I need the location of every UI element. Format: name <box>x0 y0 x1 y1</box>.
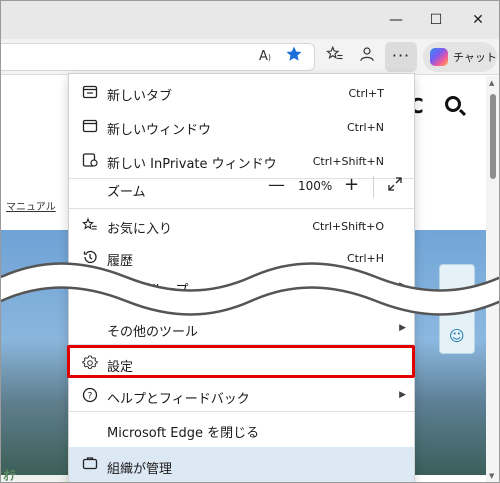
maximize-button[interactable]: ☐ <box>421 7 451 33</box>
menu-item-close-edge[interactable]: Microsoft Edge を閉じる <box>69 413 414 447</box>
read-aloud-glyph: A <box>258 49 268 64</box>
new-tab-icon <box>81 84 99 102</box>
favorites-bar-icon[interactable] <box>323 45 347 69</box>
menu-item-label: 組織が管理 <box>107 462 173 477</box>
menu-item-help-and-feedback[interactable]: ? ヘルプとフィードバック ▶ <box>69 379 414 413</box>
manual-link[interactable]: マニュアル <box>6 198 56 213</box>
menu-item-shortcut: Ctrl+Shift+O <box>312 220 384 233</box>
close-button[interactable]: ✕ <box>463 7 493 33</box>
menu-item-shortcut: Ctrl+T <box>348 87 384 100</box>
copilot-chat-button[interactable]: チャット <box>423 42 497 72</box>
zoom-in-button[interactable]: + <box>344 174 359 195</box>
scroll-down-icon[interactable]: ▼ <box>489 472 494 480</box>
menu-item-label: Microsoft Edge を閉じる <box>107 426 260 441</box>
favorites-icon <box>81 217 99 235</box>
inprivate-icon <box>81 152 99 170</box>
title-bar: — ☐ ✕ <box>1 1 499 39</box>
help-icon: ? <box>81 387 99 405</box>
menu-item-zoom: ズーム — 100% + <box>69 170 414 206</box>
new-window-icon <box>81 118 99 136</box>
settings-and-more-button[interactable]: ··· <box>385 42 417 72</box>
page-bottom-text: ｵﾃ <box>3 469 16 483</box>
zoom-divider <box>373 176 374 198</box>
menu-item-label: ヘルプとフィードバック <box>107 392 250 407</box>
favorites-list-icon <box>326 45 343 60</box>
copilot-icon <box>430 48 448 66</box>
menu-item-shortcut: Ctrl+Shift+N <box>312 155 384 168</box>
browser-window: — ☐ ✕ A) ··· チャット C マニュアル フィ ☺ <box>0 0 500 483</box>
favorite-star-icon[interactable] <box>282 45 306 69</box>
menu-item-label: お気に入り <box>107 222 173 237</box>
menu-item-favorites[interactable]: お気に入り Ctrl+Shift+O <box>69 209 414 243</box>
menu-item-shortcut: Ctrl+N <box>346 121 384 134</box>
scroll-thumb[interactable] <box>490 94 496 179</box>
briefcase-icon <box>81 455 99 473</box>
smiley-icon: ☺ <box>449 327 465 345</box>
person-icon <box>360 47 374 61</box>
zoom-label: ズーム <box>107 185 146 200</box>
submenu-arrow-icon: ▶ <box>399 323 406 333</box>
zoom-out-button[interactable]: — <box>268 175 285 195</box>
scroll-up-icon[interactable]: ▲ <box>489 79 494 87</box>
minimize-button[interactable]: — <box>381 7 411 33</box>
menu-item-label: 新しいウィンドウ <box>107 123 212 138</box>
menu-item-managed-by-organization[interactable]: 組織が管理 <box>69 447 414 482</box>
settings-highlight-box <box>67 345 415 378</box>
menu-item-label: 新しいタブ <box>107 89 173 104</box>
chat-label: チャット <box>453 51 497 64</box>
site-search-icon[interactable] <box>445 96 461 112</box>
read-aloud-icon[interactable]: A) <box>253 45 277 69</box>
fullscreen-icon[interactable] <box>387 176 403 196</box>
menu-separator <box>69 411 414 412</box>
profile-icon[interactable] <box>355 45 379 69</box>
svg-text:?: ? <box>88 392 93 402</box>
menu-item-new-window[interactable]: 新しいウィンドウ Ctrl+N <box>69 110 414 144</box>
star-icon <box>286 46 302 61</box>
submenu-arrow-icon: ▶ <box>399 390 406 400</box>
menu-item-new-tab[interactable]: 新しいタブ Ctrl+T <box>69 76 414 110</box>
browser-toolbar: A) ··· チャット <box>1 39 499 75</box>
zoom-level: 100% <box>298 179 333 193</box>
screenshot-cut-wave <box>1 262 499 316</box>
menu-item-label: その他のツール <box>107 325 199 340</box>
